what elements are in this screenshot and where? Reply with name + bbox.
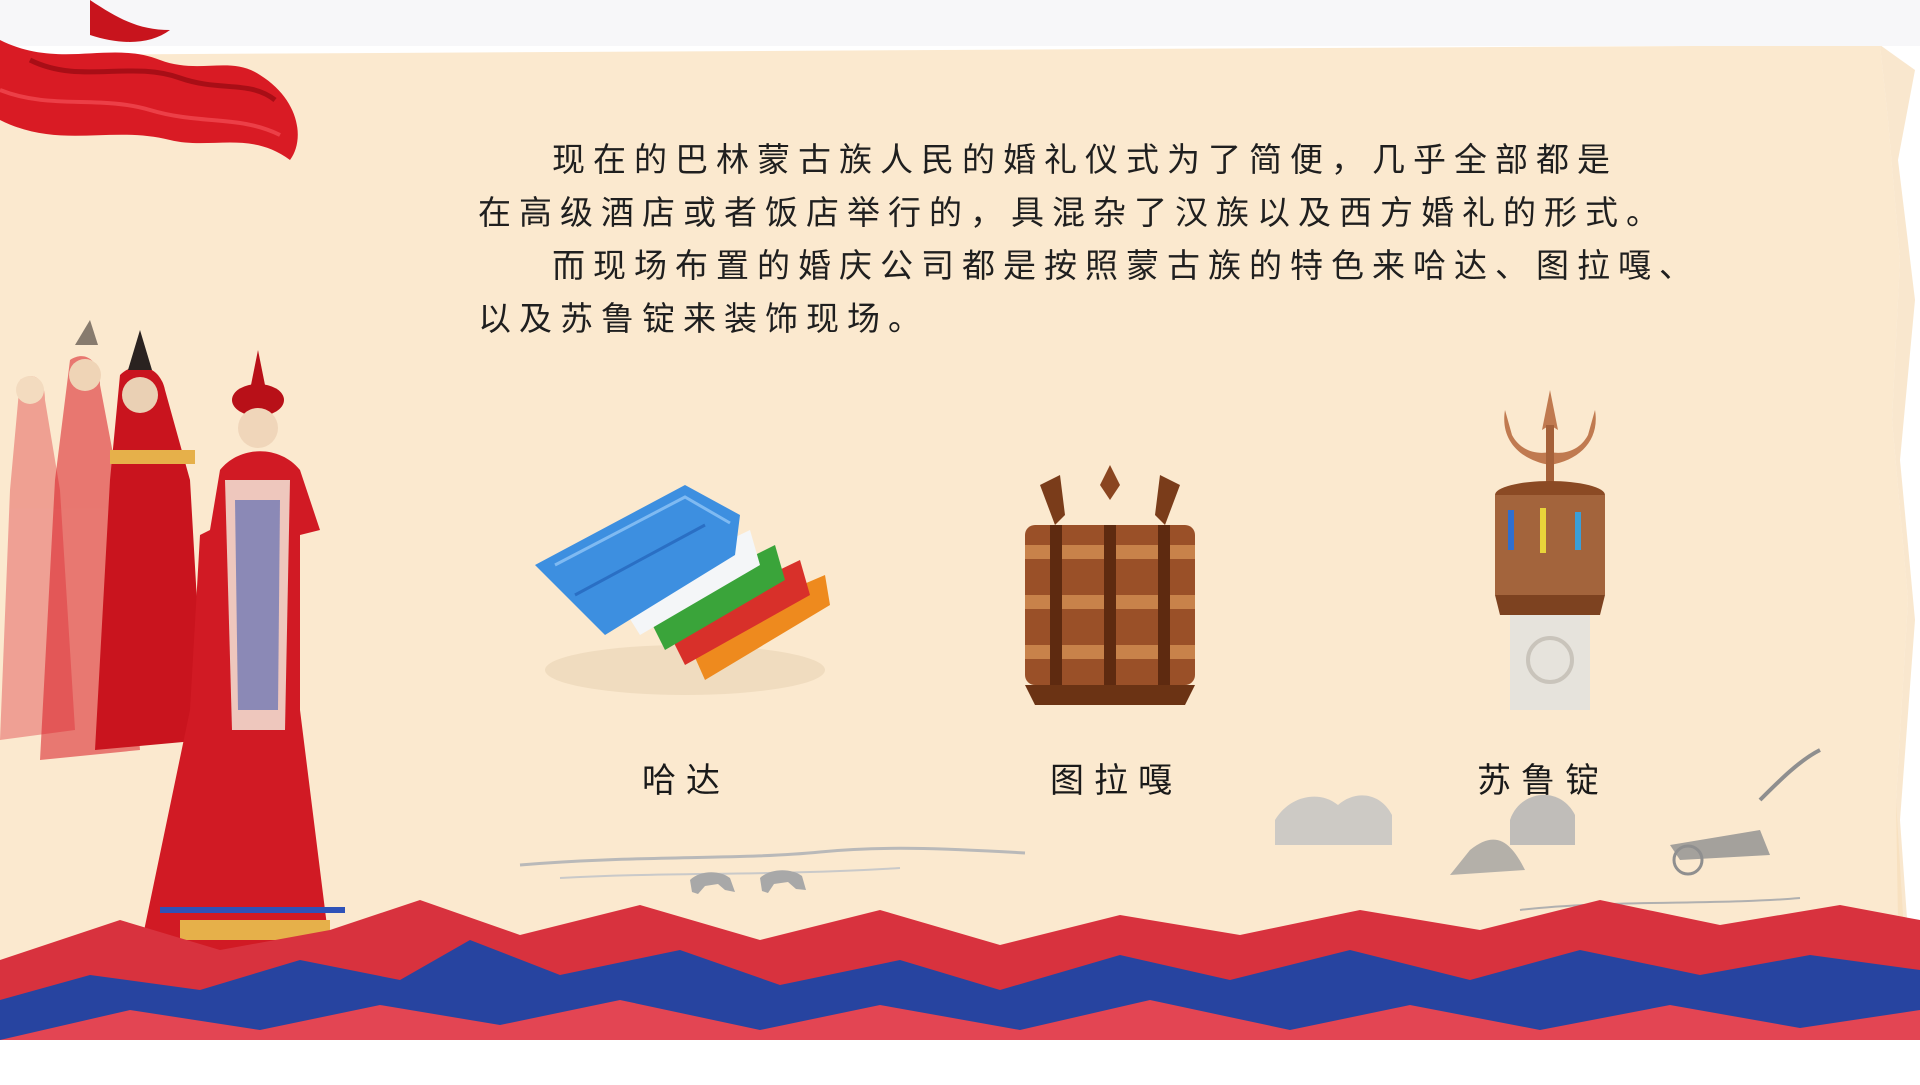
mongolian-dancers-image xyxy=(0,320,345,950)
slide: 现在的巴林蒙古族人民的婚礼仪式为了简便，几乎全部都是 在高级酒店或者饭店举行的，… xyxy=(0,0,1920,1085)
khata-scarves-image xyxy=(535,485,830,695)
suld-trident-standard-image xyxy=(1495,390,1605,710)
red-ribbon-decoration xyxy=(0,0,298,160)
intro-line-1: 现在的巴林蒙古族人民的婚礼仪式为了简便，几乎全部都是 xyxy=(552,140,1618,179)
tulaga-hearth-frame-image xyxy=(1025,465,1195,705)
intro-line-3: 而现场布置的婚庆公司都是按照蒙古族的特色来哈达、图拉嘎、 xyxy=(552,246,1700,285)
bottom-white-band xyxy=(0,1040,1920,1085)
intro-line-4: 以及苏鲁锭来装饰现场。 xyxy=(478,299,929,338)
intro-line-2: 在高级酒店或者饭店举行的，具混杂了汉族以及西方婚礼的形式。 xyxy=(478,193,1667,232)
